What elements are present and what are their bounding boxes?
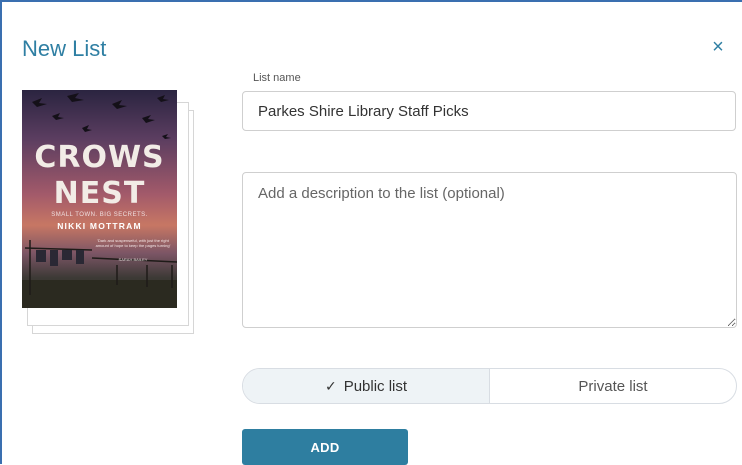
private-list-option[interactable]: Private list bbox=[490, 369, 736, 403]
book-blurb-source: SARAH BAILEY bbox=[118, 257, 148, 262]
list-name-label: List name bbox=[253, 72, 301, 84]
book-tagline: SMALL TOWN. BIG SECRETS. bbox=[51, 212, 148, 218]
dialog-title: New List bbox=[22, 36, 107, 61]
add-button[interactable]: ADD bbox=[242, 429, 408, 465]
book-cover-stack: CROWS NEST SMALL TOWN. BIG SECRETS. NIKK… bbox=[22, 90, 197, 340]
description-textarea[interactable] bbox=[242, 172, 737, 328]
visibility-toggle: ✓ Public list Private list bbox=[242, 368, 737, 404]
book-title-line2: NEST bbox=[53, 176, 146, 211]
book-title-line1: CROWS bbox=[34, 140, 165, 175]
new-list-dialog: New List × CROWS NEST SMALL TOWN. BIG SE… bbox=[0, 0, 742, 465]
check-icon: ✓ bbox=[324, 377, 337, 394]
book-blurb: 'Dark and suspenseful, with just the rig… bbox=[95, 238, 171, 248]
public-list-option[interactable]: ✓ Public list bbox=[243, 369, 490, 403]
book-cover: CROWS NEST SMALL TOWN. BIG SECRETS. NIKK… bbox=[22, 90, 177, 308]
public-list-label: Public list bbox=[343, 377, 408, 395]
close-icon[interactable]: × bbox=[708, 37, 728, 57]
list-name-input[interactable] bbox=[242, 91, 736, 131]
private-list-label: Private list bbox=[578, 377, 648, 395]
book-author: NIKKI MOTTRAM bbox=[57, 221, 142, 231]
